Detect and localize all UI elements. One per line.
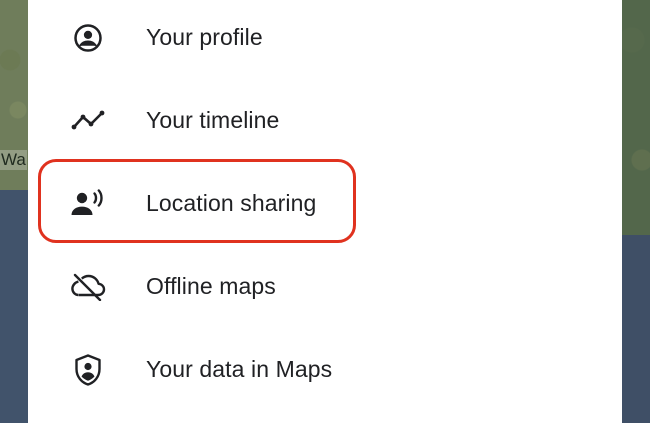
menu-item-label: Offline maps — [146, 273, 276, 299]
cloud-off-icon — [70, 269, 106, 305]
location-sharing-icon — [70, 186, 106, 222]
menu-item-your-data-in-maps[interactable]: Your data in Maps — [28, 328, 622, 411]
menu-item-label: Location sharing — [146, 190, 317, 216]
account-menu: Your profile Your timeline Location shar… — [28, 0, 622, 423]
menu-item-label: Your profile — [146, 24, 263, 50]
menu-item-your-profile[interactable]: Your profile — [28, 0, 622, 79]
map-background-left: Wa — [0, 0, 28, 423]
map-background-right — [622, 0, 650, 423]
menu-item-offline-maps[interactable]: Offline maps — [28, 245, 622, 328]
account-circle-icon — [70, 20, 106, 56]
menu-item-label: Your timeline — [146, 107, 280, 133]
map-place-label: Wa — [0, 150, 27, 170]
menu-item-location-sharing[interactable]: Location sharing — [28, 162, 622, 245]
menu-item-label: Your data in Maps — [146, 356, 333, 382]
maps-screen: Wa Your profile Your timeline Location s… — [0, 0, 650, 423]
menu-item-your-timeline[interactable]: Your timeline — [28, 79, 622, 162]
timeline-icon — [70, 103, 106, 139]
shield-person-icon — [70, 352, 106, 388]
